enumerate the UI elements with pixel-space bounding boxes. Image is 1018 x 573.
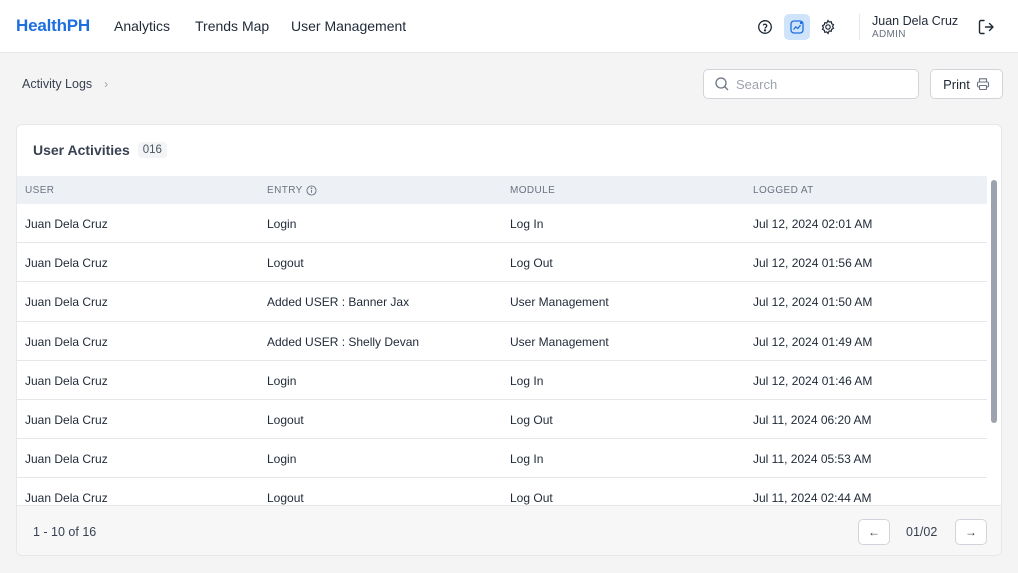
previous-page-button[interactable]: ← — [858, 519, 890, 545]
print-label: Print — [943, 76, 970, 92]
arrow-right-icon: → — [965, 525, 977, 539]
column-header-module: MODULE — [510, 185, 556, 196]
table-header: USER ENTRY MODULE LOGGED AT — [17, 176, 987, 204]
cell-entry: Added USER : Shelly Devan — [267, 334, 420, 349]
cell-logged-at: Jul 11, 2024 05:53 AM — [753, 452, 872, 467]
cell-user: Juan Dela Cruz — [25, 256, 108, 271]
cell-entry: Added USER : Banner Jax — [267, 295, 410, 310]
cell-entry: Login — [267, 217, 297, 231]
cell-module: Log Out — [510, 491, 553, 505]
cell-user: Juan Dela Cruz — [25, 373, 108, 388]
cell-module: Log In — [510, 373, 544, 388]
table-row[interactable]: Juan Dela Cruz Logout Log Out Jul 11, 2024 … — [17, 478, 987, 505]
cell-entry: Logout — [267, 256, 304, 271]
cell-entry: Login — [267, 452, 297, 467]
nav-user-management[interactable]: User Management — [291, 18, 406, 34]
pagination-range: 1 - 10 of 16 — [33, 525, 97, 539]
search-icon — [715, 77, 729, 91]
table-footer: 1 - 10 of 16 ← 01/02 → — [17, 505, 1001, 555]
cell-entry: Logout — [267, 491, 304, 505]
table-row[interactable]: Juan Dela Cruz Login Log In Jul 12, 2024 02… — [17, 204, 987, 244]
cell-entry: Login — [267, 373, 297, 388]
table-row[interactable]: Juan Dela Cruz Logout Log Out Jul 12, 2024 … — [17, 243, 987, 283]
nav-analytics[interactable]: Analytics — [114, 18, 170, 34]
table-row[interactable]: Juan Dela Cruz Logout Log Out Jul 11, 2024 … — [17, 399, 987, 440]
table-row[interactable]: Juan Dela Cruz Login Log In Jul 12, 2024 01… — [17, 360, 987, 400]
cell-module: Log In — [510, 452, 544, 467]
cell-logged-at: Jul 12, 2024 01:56 AM — [753, 256, 873, 271]
card-title-text: User Activities — [33, 142, 130, 158]
cell-entry: Logout — [267, 412, 304, 427]
cell-module: Log Out — [510, 412, 553, 427]
cell-user: Juan Dela Cruz — [25, 412, 108, 427]
breadcrumb: Activity Logs › — [22, 77, 108, 91]
user-role: ADMIN — [872, 29, 906, 40]
scrollbar[interactable] — [989, 176, 999, 505]
printer-icon — [976, 78, 989, 91]
trend-chart-icon[interactable] — [784, 14, 810, 40]
header-divider — [859, 14, 860, 40]
cell-logged-at: Jul 11, 2024 02:44 AM — [753, 491, 872, 505]
brand-logo[interactable]: HealthPH — [16, 16, 90, 36]
logout-icon[interactable] — [976, 17, 996, 37]
gear-icon[interactable] — [815, 14, 841, 40]
table-body: Juan Dela Cruz Login Log In Jul 12, 2024 02… — [17, 204, 987, 505]
cell-user: Juan Dela Cruz — [25, 295, 108, 310]
cell-user: Juan Dela Cruz — [25, 217, 108, 231]
table-row[interactable]: Juan Dela Cruz Added USER : Shelly Devan U… — [17, 321, 987, 361]
search-box[interactable] — [703, 69, 919, 99]
cell-module: Log Out — [510, 256, 553, 271]
user-activities-card: User Activities 016 USER ENTRY MODULE LO… — [16, 124, 1002, 556]
cell-module: Log In — [510, 217, 544, 231]
table-row[interactable]: Juan Dela Cruz Added USER : Banner Jax Use… — [17, 282, 987, 322]
arrow-left-icon: ← — [868, 525, 880, 539]
top-navbar: HealthPH Analytics Trends Map User Manag… — [0, 0, 1018, 53]
cell-logged-at: Jul 12, 2024 02:01 AM — [753, 217, 873, 231]
cell-module: User Management — [510, 334, 609, 349]
page-indicator: 01/02 — [906, 525, 938, 539]
cell-logged-at: Jul 12, 2024 01:49 AM — [753, 334, 873, 349]
next-page-button[interactable]: → — [955, 519, 987, 545]
cell-user: Juan Dela Cruz — [25, 491, 108, 505]
cell-logged-at: Jul 12, 2024 01:50 AM — [753, 295, 873, 310]
print-button[interactable]: Print — [930, 69, 1003, 99]
cell-module: User Management — [510, 295, 609, 310]
user-name[interactable]: Juan Dela Cruz — [872, 14, 958, 28]
table-row[interactable]: Juan Dela Cruz Login Log In Jul 11, 2024 05… — [17, 439, 987, 479]
column-header-logged-at: LOGGED AT — [753, 185, 814, 196]
info-icon[interactable] — [306, 185, 317, 196]
breadcrumb-activity-logs[interactable]: Activity Logs — [22, 77, 92, 91]
nav-trends-map[interactable]: Trends Map — [195, 18, 269, 34]
chevron-right-icon: › — [104, 77, 109, 91]
help-icon[interactable] — [752, 14, 778, 40]
search-input[interactable] — [736, 76, 906, 92]
column-header-entry: ENTRY — [267, 185, 317, 196]
count-badge: 016 — [137, 142, 167, 158]
card-title: User Activities 016 — [33, 142, 167, 158]
cell-logged-at: Jul 12, 2024 01:46 AM — [753, 373, 873, 388]
cell-user: Juan Dela Cruz — [25, 452, 108, 467]
cell-user: Juan Dela Cruz — [25, 334, 108, 349]
scrollbar-thumb[interactable] — [991, 180, 997, 423]
column-header-user: USER — [25, 185, 55, 196]
cell-logged-at: Jul 11, 2024 06:20 AM — [753, 412, 872, 427]
